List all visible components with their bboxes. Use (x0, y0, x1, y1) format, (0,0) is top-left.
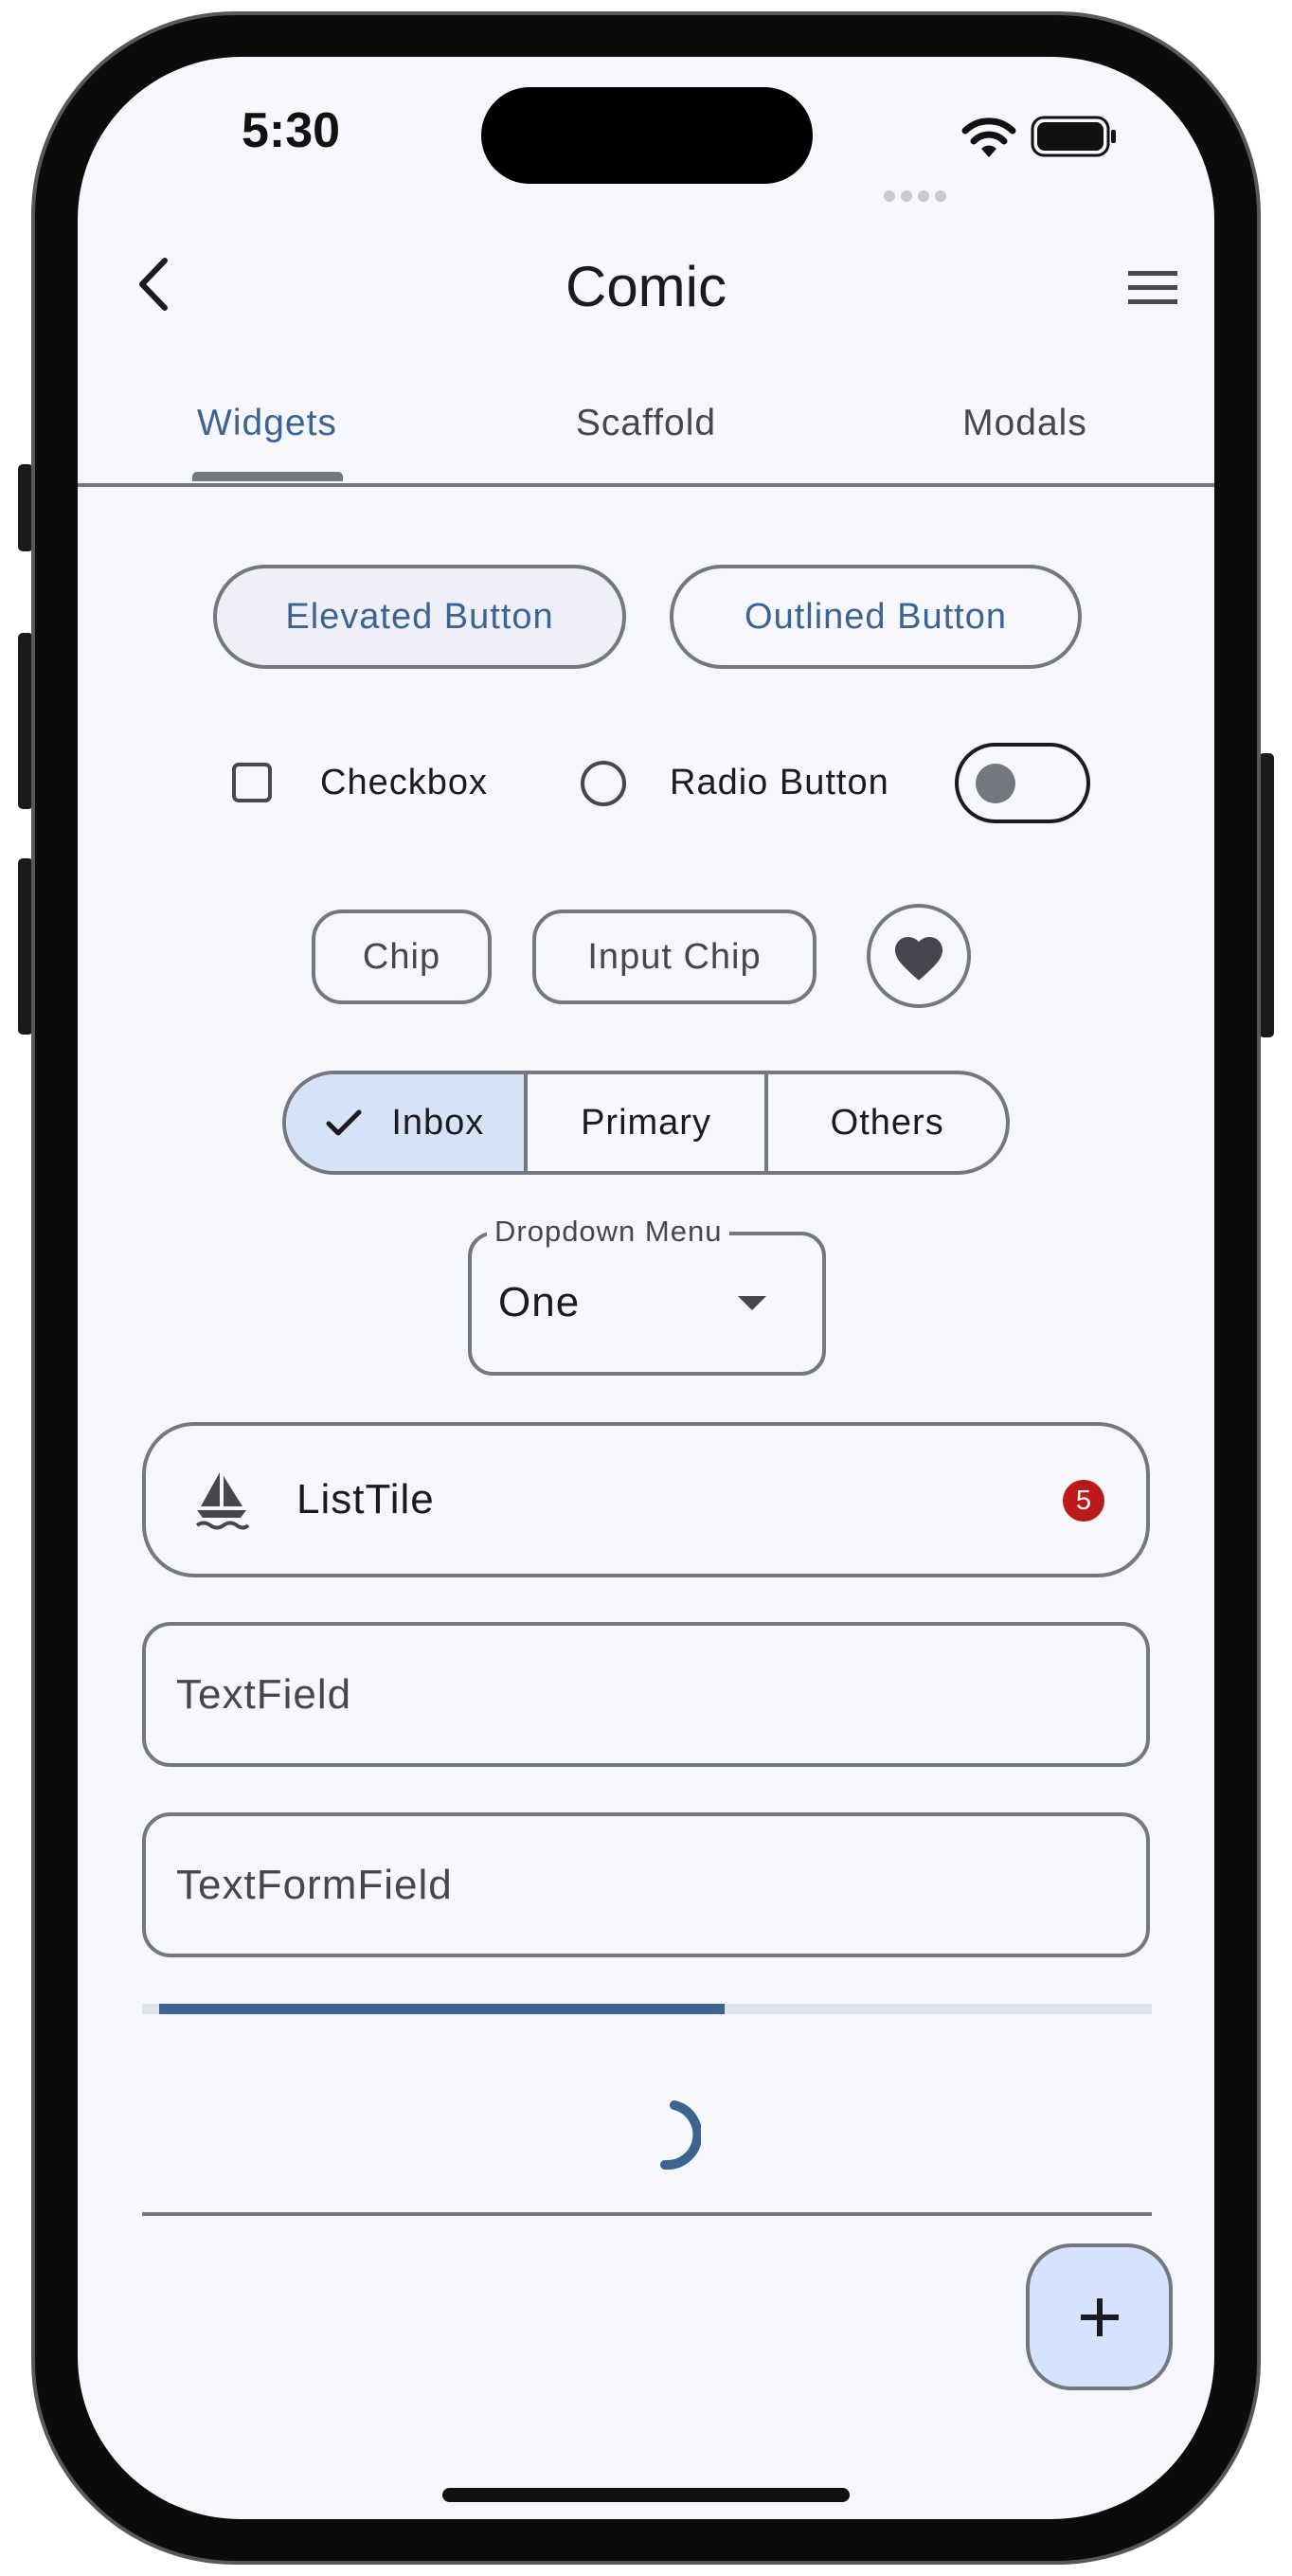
radio-label: Radio Button (670, 763, 889, 802)
linear-progress-fill (159, 2004, 725, 2014)
check-icon (326, 1109, 362, 1136)
screen: 5:30 Comic Widgets Scaffold Modals Eleva… (78, 57, 1214, 2519)
menu-icon[interactable] (1126, 267, 1179, 309)
circular-progress (660, 2100, 701, 2171)
plus-icon (1080, 2297, 1119, 2336)
segment-primary[interactable]: Primary (523, 1074, 765, 1171)
dropdown-value: One (498, 1279, 581, 1325)
list-tile[interactable] (142, 1422, 1150, 1577)
segment-inbox-label: Inbox (391, 1102, 485, 1143)
heart-icon (895, 937, 942, 981)
divider (142, 2212, 1152, 2216)
tab-modals[interactable]: Modals (883, 403, 1167, 444)
dynamic-island (481, 87, 813, 184)
segment-inbox[interactable]: Inbox (286, 1074, 524, 1171)
tab-indicator (192, 472, 343, 481)
sailboat-icon (195, 1472, 250, 1530)
chip[interactable]: Chip (312, 910, 492, 1004)
checkbox[interactable] (232, 763, 272, 802)
favorite-button[interactable] (867, 904, 971, 1008)
dropdown-arrow-icon[interactable] (738, 1296, 766, 1310)
text-field[interactable]: TextField (142, 1622, 1150, 1767)
battery-icon (1031, 116, 1116, 157)
linear-progress (142, 2004, 1152, 2014)
switch[interactable] (955, 743, 1090, 823)
checkbox-label: Checkbox (320, 763, 488, 802)
power-button (1259, 753, 1274, 1037)
segment-primary-label: Primary (581, 1102, 711, 1143)
home-indicator (442, 2488, 850, 2502)
tab-scaffold[interactable]: Scaffold (504, 403, 788, 444)
cellular-signal-icon (884, 190, 946, 202)
add-fab[interactable] (1026, 2243, 1173, 2390)
outlined-button[interactable]: Outlined Button (670, 565, 1082, 669)
elevated-button[interactable]: Elevated Button (213, 565, 626, 669)
notification-badge: 5 (1063, 1480, 1104, 1522)
status-time: 5:30 (241, 103, 341, 158)
input-chip[interactable]: Input Chip (532, 910, 816, 1004)
segmented-button: Inbox Primary Others (282, 1071, 1010, 1175)
text-form-field[interactable]: TextFormField (142, 1812, 1150, 1957)
switch-thumb (976, 764, 1015, 803)
dropdown-label: Dropdown Menu (487, 1215, 730, 1249)
tab-widgets[interactable]: Widgets (125, 403, 409, 444)
segment-others[interactable]: Others (764, 1074, 1006, 1171)
segment-others-label: Others (830, 1102, 944, 1143)
radio-button[interactable] (581, 761, 626, 806)
tab-divider (78, 483, 1214, 487)
wifi-icon (961, 117, 1016, 157)
page-title: Comic (565, 255, 727, 318)
list-tile-title: ListTile (296, 1476, 435, 1522)
